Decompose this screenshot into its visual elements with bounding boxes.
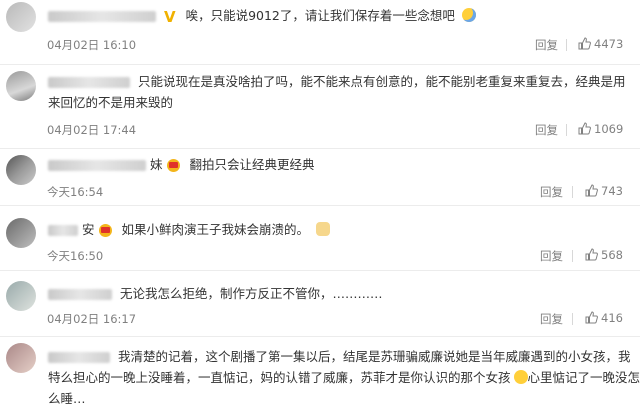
timestamp: 04月02日 17:44 xyxy=(47,123,137,137)
avatar[interactable] xyxy=(6,2,36,32)
comment-5: 无论我怎么拒绝，制作方反正不管你，………… 04月02日 16:17 回复 41… xyxy=(0,271,640,335)
crying-emoji-icon xyxy=(461,8,476,22)
like-button[interactable]: 4473 xyxy=(578,37,623,51)
comment-text: 唉，只能说9012了，请让我们保存着一些念想吧 xyxy=(185,8,455,23)
comment-4: 安 如果小鲜肉演王子我妹会崩溃的。 今天16:50 回复 568 xyxy=(0,206,640,268)
reply-button[interactable]: 回复 xyxy=(535,37,558,53)
like-count: 1069 xyxy=(594,122,624,136)
like-count: 416 xyxy=(601,311,623,325)
laughing-emoji-icon xyxy=(513,370,528,384)
comment-text-line-2b: 心里惦记了一晚没怎 xyxy=(527,370,640,385)
divider xyxy=(566,39,567,51)
comment-text-line-2: 来回忆的不是用来毁的 xyxy=(48,95,174,110)
avatar[interactable] xyxy=(6,155,36,185)
crown-icon xyxy=(166,159,180,172)
divider xyxy=(572,186,573,198)
comment-text-line-1: 只能说现在是真没啥拍了吗，能不能来点有创意的，能不能别老重复来重复去，经典是用 xyxy=(137,74,626,89)
reply-button[interactable]: 回复 xyxy=(540,248,563,264)
username[interactable] xyxy=(48,352,110,363)
like-button[interactable]: 743 xyxy=(585,184,623,198)
comment-text-line-3: 么睡… xyxy=(48,391,86,406)
comment-text: 翻拍只会让经典更经典 xyxy=(189,157,315,172)
like-count: 568 xyxy=(601,248,623,262)
avatar[interactable] xyxy=(6,343,36,373)
comment-text-line-1: 我清楚的记着，这个剧播了第一集以后，结尾是苏珊骗威廉说她是当年威廉遇到的小女孩，… xyxy=(117,349,631,364)
username[interactable] xyxy=(48,77,130,88)
comment-2: 只能说现在是真没啥拍了吗，能不能来点有创意的，能不能别老重复来重复去，经典是用 … xyxy=(0,65,640,148)
username-suffix: 安 xyxy=(82,222,95,237)
comment-3: 妹 翻拍只会让经典更经典 今天16:54 回复 743 xyxy=(0,149,640,204)
timestamp: 今天16:50 xyxy=(47,249,104,263)
comment-6: 我清楚的记着，这个剧播了第一集以后，结尾是苏珊骗威廉说她是当年威廉遇到的小女孩，… xyxy=(0,337,640,415)
avatar[interactable] xyxy=(6,71,36,101)
like-button[interactable]: 416 xyxy=(585,311,623,325)
username[interactable] xyxy=(48,225,78,236)
reply-button[interactable]: 回复 xyxy=(535,122,558,138)
like-button[interactable]: 568 xyxy=(585,248,623,262)
thumbs-up-icon xyxy=(578,122,591,135)
like-count: 4473 xyxy=(594,37,624,51)
timestamp: 今天16:54 xyxy=(47,185,104,199)
comment-1: V 唉，只能说9012了，请让我们保存着一些念想吧 04月02日 16:10 回… xyxy=(0,0,640,64)
reply-button[interactable]: 回复 xyxy=(540,311,563,327)
divider xyxy=(572,313,573,325)
username-suffix: 妹 xyxy=(150,157,163,172)
thumbs-up-icon xyxy=(578,37,591,50)
thumbs-up-icon xyxy=(585,184,598,197)
v-icon: V xyxy=(163,7,176,26)
crown-icon xyxy=(98,224,112,237)
username[interactable] xyxy=(48,11,156,22)
username[interactable] xyxy=(48,160,146,171)
like-count: 743 xyxy=(601,184,623,198)
divider xyxy=(572,250,573,262)
avatar[interactable] xyxy=(6,281,36,311)
timestamp: 04月02日 16:10 xyxy=(47,38,137,52)
dog-emoji-icon xyxy=(315,222,330,236)
divider xyxy=(566,124,567,136)
like-button[interactable]: 1069 xyxy=(578,122,623,136)
comment-text-line-2: 特么担心的一晚上没睡着，一直惦记，妈的认错了威廉，苏菲才是你认识的那个女孩 xyxy=(48,370,511,385)
thumbs-up-icon xyxy=(585,311,598,324)
reply-button[interactable]: 回复 xyxy=(540,184,563,200)
timestamp: 04月02日 16:17 xyxy=(47,312,137,326)
comment-text: 如果小鲜肉演王子我妹会崩溃的。 xyxy=(121,222,309,237)
avatar[interactable] xyxy=(6,218,36,248)
comment-text: 无论我怎么拒绝，制作方反正不管你，………… xyxy=(119,286,383,301)
thumbs-up-icon xyxy=(585,248,598,261)
username[interactable] xyxy=(48,289,112,300)
